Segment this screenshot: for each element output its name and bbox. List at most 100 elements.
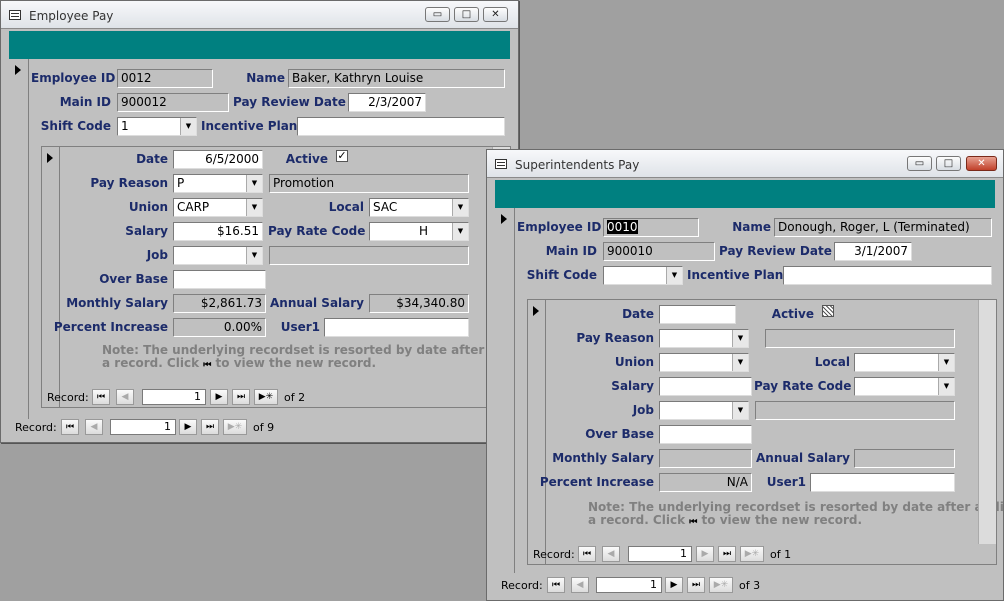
minimize-button[interactable]: ▭: [907, 156, 932, 171]
next-record-button[interactable]: ▶: [179, 419, 197, 435]
date-field[interactable]: [659, 305, 736, 324]
over-base-field[interactable]: [173, 270, 266, 289]
chevron-down-icon[interactable]: ▼: [246, 199, 262, 216]
name-field[interactable]: Donough, Roger, L (Terminated): [774, 218, 992, 237]
first-record-button[interactable]: ⏮: [92, 389, 110, 405]
pay-review-date-field[interactable]: 2/3/2007: [348, 93, 426, 112]
close-button[interactable]: ✕: [966, 156, 997, 171]
job-combo[interactable]: ▼: [659, 401, 749, 420]
first-record-icon: ⏮: [203, 360, 212, 370]
union-combo[interactable]: ▼: [659, 353, 749, 372]
main-id-label: Main ID: [545, 244, 597, 258]
maximize-button[interactable]: □: [936, 156, 961, 171]
shift-code-combo[interactable]: 1 ▼: [117, 117, 197, 136]
active-checkbox[interactable]: [822, 305, 834, 317]
salary-field[interactable]: $16.51: [173, 222, 263, 241]
prev-record-button[interactable]: ◀: [602, 546, 620, 562]
name-field[interactable]: Baker, Kathryn Louise: [288, 69, 505, 88]
incentive-plan-field[interactable]: [783, 266, 992, 285]
union-label: Union: [128, 200, 168, 214]
salary-field[interactable]: [659, 377, 752, 396]
active-checkbox[interactable]: ✓: [336, 150, 348, 162]
minimize-button[interactable]: ▭: [425, 7, 450, 22]
chevron-down-icon[interactable]: ▼: [452, 223, 468, 240]
incentive-plan-field[interactable]: [297, 117, 505, 136]
chevron-down-icon[interactable]: ▼: [666, 267, 682, 284]
pay-reason-combo[interactable]: P ▼: [173, 174, 263, 193]
main-id-field[interactable]: 900010: [603, 242, 715, 261]
user1-field[interactable]: [324, 318, 469, 337]
user1-label: User1: [766, 475, 806, 489]
local-combo[interactable]: ▼: [854, 353, 955, 372]
chevron-down-icon[interactable]: ▼: [452, 199, 468, 216]
chevron-down-icon[interactable]: ▼: [938, 354, 954, 371]
chevron-down-icon[interactable]: ▼: [246, 247, 262, 264]
first-record-button[interactable]: ⏮: [547, 577, 565, 593]
annual-salary-label: Annual Salary: [270, 296, 364, 310]
shift-code-combo[interactable]: ▼: [603, 266, 683, 285]
prev-record-button[interactable]: ◀: [571, 577, 589, 593]
job-description: [755, 401, 955, 420]
prev-record-button[interactable]: ◀: [85, 419, 103, 435]
chevron-down-icon[interactable]: ▼: [938, 378, 954, 395]
new-record-button[interactable]: ▶✳: [709, 577, 733, 593]
employee-id-label: Employee ID: [517, 220, 602, 234]
pay-rate-code-combo[interactable]: ▼: [854, 377, 955, 396]
first-record-button[interactable]: ⏮: [61, 419, 79, 435]
monthly-salary-label: Monthly Salary: [552, 451, 654, 465]
record-number-input[interactable]: 1: [142, 389, 206, 405]
emp-title-bar[interactable]: Employee Pay ▭ □ ✕: [1, 1, 518, 29]
record-number-input[interactable]: 1: [628, 546, 692, 562]
date-field[interactable]: 6/5/2000: [173, 150, 263, 169]
last-record-button[interactable]: ⏭: [687, 577, 705, 593]
employee-pay-window[interactable]: Employee Pay ▭ □ ✕ Employee ID 0012 Name…: [0, 0, 519, 443]
chevron-down-icon[interactable]: ▼: [246, 175, 262, 192]
last-record-button[interactable]: ⏭: [232, 389, 250, 405]
over-base-field[interactable]: [659, 425, 752, 444]
pay-review-date-field[interactable]: 3/1/2007: [834, 242, 912, 261]
salary-label: Salary: [125, 224, 168, 238]
job-combo[interactable]: ▼: [173, 246, 263, 265]
new-record-button[interactable]: ▶✳: [254, 389, 278, 405]
employee-id-field[interactable]: 0010: [603, 218, 699, 237]
chevron-down-icon[interactable]: ▼: [732, 354, 748, 371]
last-record-button[interactable]: ⏭: [201, 419, 219, 435]
record-number-input[interactable]: 1: [110, 419, 176, 435]
sub-vertical-scrollbar[interactable]: [978, 300, 996, 544]
sup-title-bar[interactable]: Superintendents Pay ▭ □ ✕: [487, 150, 1003, 178]
record-number-input[interactable]: 1: [596, 577, 662, 593]
record-label: Record:: [501, 579, 543, 592]
prev-record-button[interactable]: ◀: [116, 389, 134, 405]
sup-record-selector[interactable]: [495, 208, 515, 573]
next-record-button[interactable]: ▶: [665, 577, 683, 593]
sub-record-selector[interactable]: [42, 147, 60, 407]
local-combo[interactable]: SAC ▼: [369, 198, 469, 217]
chevron-down-icon[interactable]: ▼: [732, 402, 748, 419]
date-label: Date: [622, 307, 654, 321]
note-text-b: to view the new record.: [701, 513, 863, 527]
first-record-button[interactable]: ⏮: [578, 546, 596, 562]
union-combo[interactable]: CARP ▼: [173, 198, 263, 217]
sub-record-selector[interactable]: [528, 300, 546, 564]
sup-pay-subform[interactable]: Date Active Pay Reason ▼ Union ▼ Local ▼…: [527, 299, 1003, 565]
active-label: Active: [771, 307, 814, 321]
local-label: Local: [814, 355, 850, 369]
record-count: of 1: [770, 548, 792, 561]
last-record-button[interactable]: ⏭: [718, 546, 736, 562]
next-record-button[interactable]: ▶: [210, 389, 228, 405]
close-button[interactable]: ✕: [483, 7, 508, 22]
new-record-button[interactable]: ▶✳: [740, 546, 764, 562]
chevron-down-icon[interactable]: ▼: [180, 118, 196, 135]
superintendents-pay-window[interactable]: Superintendents Pay ▭ □ ✕ Employee ID 00…: [486, 149, 1004, 601]
pay-reason-combo[interactable]: ▼: [659, 329, 749, 348]
user1-field[interactable]: [810, 473, 955, 492]
chevron-down-icon[interactable]: ▼: [732, 330, 748, 347]
new-record-button[interactable]: ▶✳: [223, 419, 247, 435]
emp-record-selector[interactable]: [9, 59, 29, 419]
pay-rate-code-combo[interactable]: H ▼: [369, 222, 469, 241]
emp-pay-subform[interactable]: Date 6/5/2000 Active ✓ Pay Reason P ▼ Pro…: [41, 146, 518, 408]
next-record-button[interactable]: ▶: [696, 546, 714, 562]
employee-id-field[interactable]: 0012: [117, 69, 213, 88]
main-id-field[interactable]: 900012: [117, 93, 229, 112]
maximize-button[interactable]: □: [454, 7, 479, 22]
